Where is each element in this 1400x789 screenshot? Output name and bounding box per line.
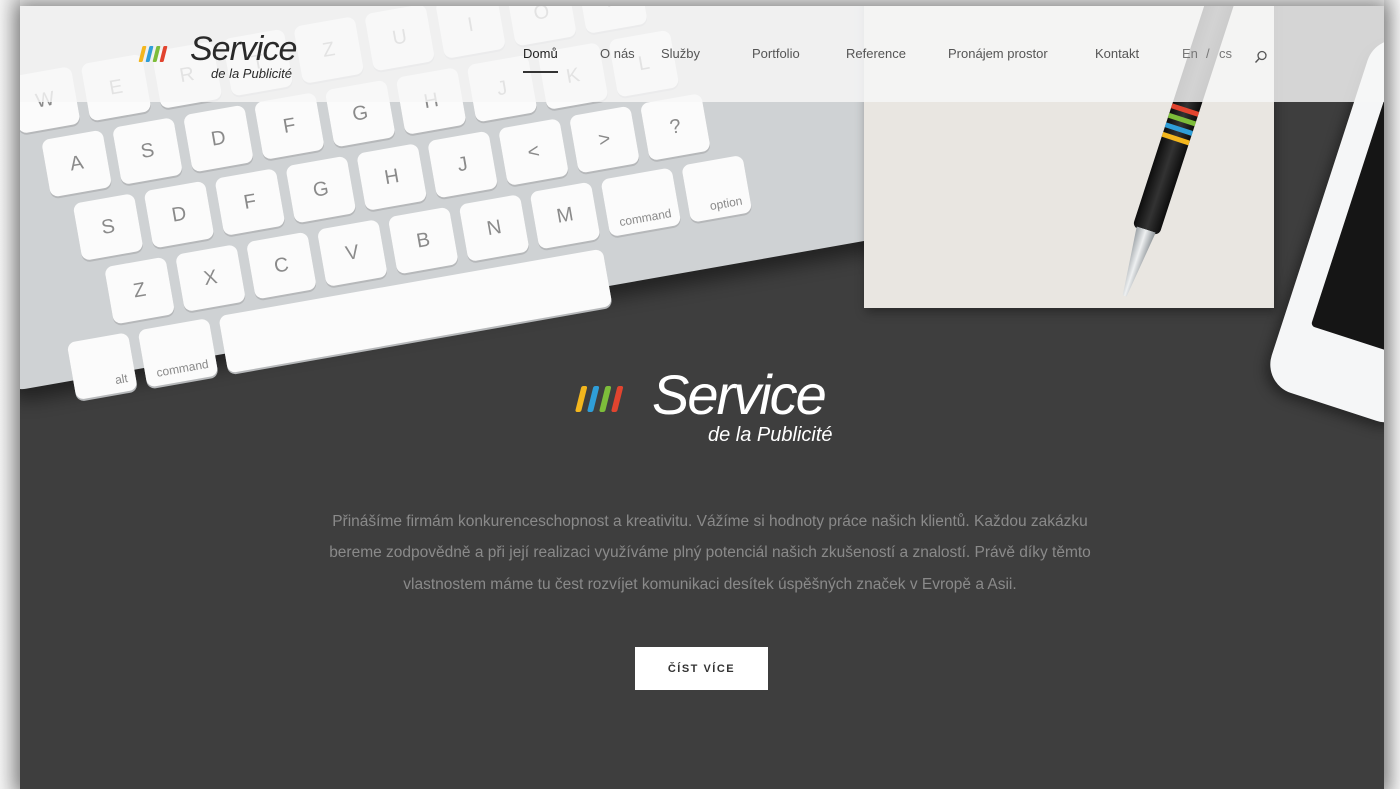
pen-tip xyxy=(1115,226,1156,299)
keyboard-key: F xyxy=(214,168,286,237)
hero-logo-text-main: Service xyxy=(652,363,826,426)
logo-text-sub: de la Publicité xyxy=(211,66,292,81)
keyboard-key: A xyxy=(41,129,113,198)
keyboard-key: ? xyxy=(639,93,711,161)
hero-description: Přinášíme firmám konkurenceschopnost a k… xyxy=(329,512,1091,593)
keyboard-key: J xyxy=(427,130,499,199)
keyboard-key: N xyxy=(458,194,530,262)
phone-screen xyxy=(1310,78,1384,360)
site-header: Service de la Publicité Domů O nás Služb… xyxy=(20,6,1384,102)
logo-stripe-green xyxy=(152,46,161,62)
keyboard-key: M xyxy=(529,181,601,250)
hero-section: W E R T Z U I O P A S D F G H J K L S D … xyxy=(20,6,1384,789)
keyboard-key: Z xyxy=(104,256,176,325)
keyboard-key-command: command xyxy=(600,167,682,237)
hero-logo: Service de la Publicité xyxy=(570,354,840,446)
keyboard-key-command: command xyxy=(137,318,219,388)
keyboard-key-alt: alt xyxy=(66,332,138,401)
nav-item-domu[interactable]: Domů xyxy=(523,36,558,75)
hero-logo-text-sub: de la Publicité xyxy=(708,424,833,446)
keyboard-key: S xyxy=(72,193,144,262)
nav-item-reference[interactable]: Reference xyxy=(846,36,906,75)
read-more-button[interactable]: ČÍST VÍCE xyxy=(635,647,768,690)
left-frame-edge xyxy=(0,0,20,789)
logo-mark: Service de la Publicité xyxy=(138,30,297,81)
keyboard-key: X xyxy=(174,244,247,313)
lang-separator: / xyxy=(1206,46,1210,61)
nav-item-pronajem-prostor[interactable]: Pronájem prostor xyxy=(948,36,1048,75)
site-logo[interactable]: Service de la Publicité xyxy=(138,22,308,82)
keyboard-key: H xyxy=(356,143,428,211)
hero-logo-stripe-green xyxy=(599,386,612,412)
keyboard-key: D xyxy=(182,104,255,173)
keyboard-key: D xyxy=(143,180,215,249)
hero-logo-stripe-yellow xyxy=(575,386,588,412)
keyboard-key-option: option xyxy=(681,154,753,223)
logo-stripe-yellow xyxy=(138,46,147,62)
keyboard-key: G xyxy=(285,155,357,224)
keyboard-key: < xyxy=(498,118,570,186)
keyboard-key: B xyxy=(387,206,459,275)
keyboard-key: > xyxy=(568,105,641,174)
nav-item-kontakt[interactable]: Kontakt xyxy=(1095,36,1139,75)
logo-stripe-red xyxy=(159,46,168,62)
logo-text-main: Service xyxy=(190,30,296,68)
nav-item-sluzby[interactable]: Služby xyxy=(661,36,700,75)
lang-en-link[interactable]: En xyxy=(1182,46,1198,61)
lang-cs-link[interactable]: cs xyxy=(1219,46,1232,61)
right-frame-edge xyxy=(1384,0,1400,789)
search-icon[interactable] xyxy=(1253,49,1269,65)
hero-logo-stripe-blue xyxy=(587,386,600,412)
logo-stripe-blue xyxy=(145,46,154,62)
keyboard-key: C xyxy=(245,231,318,300)
keyboard-key: F xyxy=(253,92,325,161)
keyboard-key: S xyxy=(111,117,184,186)
hero-logo-mark: Service de la Publicité xyxy=(575,363,833,446)
keyboard-key: V xyxy=(316,219,388,287)
nav-item-o-nas[interactable]: O nás xyxy=(600,36,635,75)
hero-logo-stripe-red xyxy=(611,386,624,412)
nav-item-portfolio[interactable]: Portfolio xyxy=(752,36,800,75)
